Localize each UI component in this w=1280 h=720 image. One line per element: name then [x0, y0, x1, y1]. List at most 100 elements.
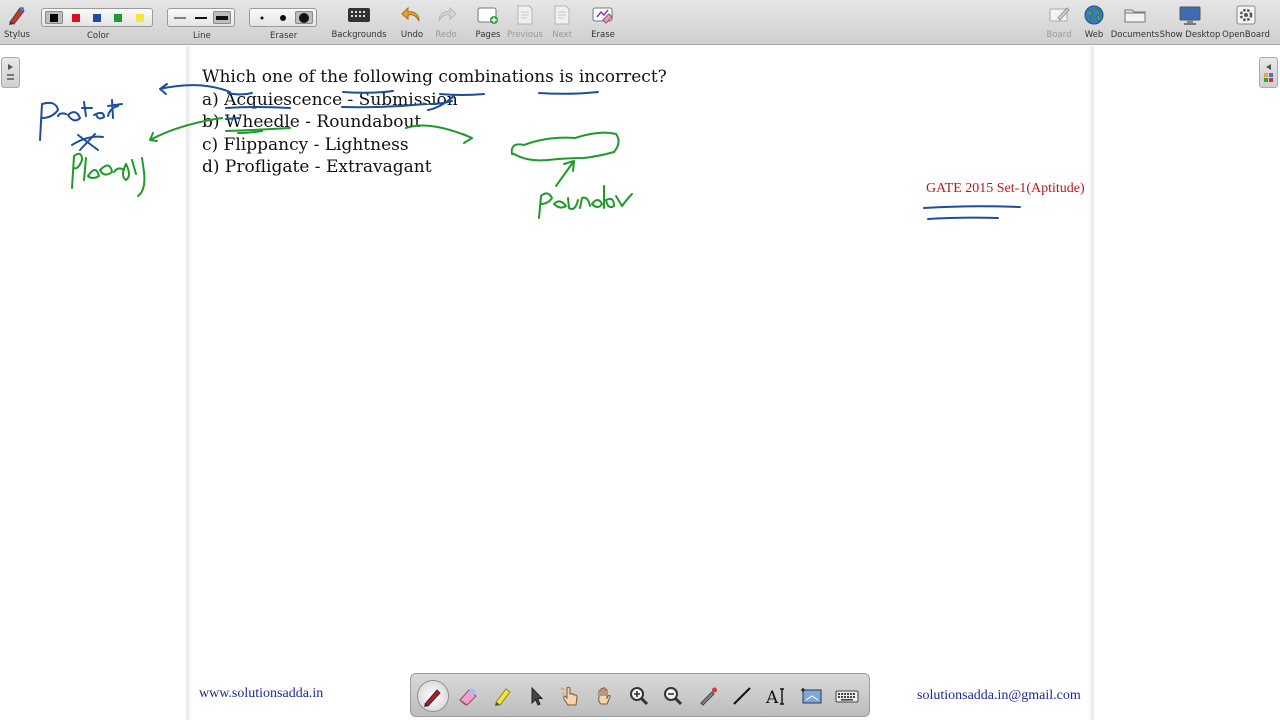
- board-icon: [1048, 0, 1070, 30]
- add-page-icon: [476, 0, 500, 30]
- ink-cross-out: [71, 133, 104, 151]
- show-desktop-label: Show Desktop: [1159, 30, 1221, 40]
- backgrounds-button[interactable]: Backgrounds: [331, 0, 387, 45]
- eraser-small[interactable]: [253, 11, 271, 24]
- redo-button[interactable]: Redo: [432, 0, 460, 45]
- eraser-medium[interactable]: [274, 11, 292, 24]
- option-c: c) Flippancy - Lightness: [202, 134, 409, 155]
- web-button[interactable]: Web: [1080, 0, 1108, 45]
- documents-label: Documents: [1110, 30, 1160, 40]
- exam-tag: GATE 2015 Set-1(Aptitude): [926, 181, 1085, 196]
- previous-page-button[interactable]: Previous: [507, 0, 543, 45]
- highlighter-icon: [495, 688, 511, 706]
- color-label: Color: [87, 31, 110, 41]
- next-page-button[interactable]: Next: [548, 0, 576, 45]
- eraser-icon: [459, 687, 477, 706]
- folder-icon: [1123, 0, 1147, 30]
- page-edge-right: [1088, 46, 1094, 720]
- keyboard-icon: [835, 690, 859, 703]
- stylus-label: Stylus: [4, 30, 30, 40]
- undo-label: Undo: [400, 30, 424, 40]
- question-block: Which one of the following combinations …: [202, 66, 667, 179]
- highlighter-tool[interactable]: [487, 681, 517, 711]
- interact-tool[interactable]: [555, 681, 585, 711]
- stylus-palette: A: [410, 673, 870, 717]
- color-green[interactable]: [109, 11, 127, 24]
- line-width-picker: [167, 8, 235, 27]
- undo-icon: [401, 0, 423, 30]
- email-footer: solutionsadda.in@gmail.com: [917, 688, 1081, 703]
- ink-underline: [923, 205, 1021, 209]
- line-label: Line: [193, 31, 211, 41]
- zoom-in-tool[interactable]: [624, 681, 654, 711]
- desktop-icon: [1178, 0, 1202, 30]
- stylus-icon: [6, 0, 28, 30]
- hand-tool[interactable]: [589, 681, 619, 711]
- redo-icon: [435, 0, 457, 30]
- undo-button[interactable]: Undo: [398, 0, 426, 45]
- pages-label: Pages: [475, 30, 501, 40]
- eraser-tool[interactable]: [453, 681, 483, 711]
- openboard-label: OpenBoard: [1222, 30, 1270, 40]
- option-a: a) Acquiescence - Submission: [202, 89, 458, 110]
- backgrounds-label: Backgrounds: [331, 30, 387, 40]
- page-edge-left: [186, 46, 192, 720]
- line-medium[interactable]: [192, 11, 210, 24]
- openboard-menu-button[interactable]: OpenBoard: [1222, 0, 1270, 45]
- previous-page-icon: [515, 0, 535, 30]
- next-page-icon: [552, 0, 572, 30]
- main-toolbar: Stylus Color Line Eraser Backgrounds Und…: [0, 0, 1280, 45]
- color-yellow[interactable]: [131, 11, 149, 24]
- ink-word-flattery: [71, 152, 146, 197]
- hand-icon: [598, 687, 611, 705]
- eraser-label: Eraser: [270, 31, 298, 41]
- erase-label: Erase: [591, 30, 615, 40]
- board-label: Board: [1046, 30, 1072, 40]
- zoom-in-icon: [630, 687, 649, 706]
- pointer-icon: [531, 686, 544, 706]
- ink-underline: [927, 216, 999, 220]
- documents-button[interactable]: Documents: [1110, 0, 1160, 45]
- line-thin[interactable]: [171, 11, 189, 24]
- website-footer: www.solutionsadda.in: [199, 686, 324, 701]
- color-red[interactable]: [66, 11, 84, 24]
- line-thick[interactable]: [213, 11, 231, 24]
- show-desktop-button[interactable]: Show Desktop: [1159, 0, 1221, 45]
- laser-pointer-tool[interactable]: [693, 681, 723, 711]
- keyboard-tool[interactable]: [832, 681, 862, 711]
- right-palette-tab[interactable]: [1259, 57, 1278, 88]
- color-black[interactable]: [45, 11, 64, 24]
- pen-tool[interactable]: [418, 681, 448, 711]
- pages-button[interactable]: Pages: [472, 0, 504, 45]
- color-blue[interactable]: [88, 11, 106, 24]
- web-label: Web: [1084, 30, 1104, 40]
- color-picker: [41, 8, 153, 27]
- line-icon: [733, 687, 751, 705]
- zoom-out-icon: [664, 687, 683, 706]
- question-text: Which one of the following combinations …: [202, 67, 667, 87]
- board-button[interactable]: Board: [1045, 0, 1073, 45]
- pointer-tool[interactable]: [521, 681, 551, 711]
- line-tool[interactable]: [727, 681, 757, 711]
- pen-icon: [424, 689, 441, 707]
- previous-label: Previous: [507, 30, 543, 40]
- expand-right-icon: [7, 64, 14, 80]
- eraser-large[interactable]: [295, 11, 313, 24]
- option-d: d) Profligate - Extravagant: [202, 157, 432, 177]
- erase-page-icon: [591, 0, 615, 30]
- redo-label: Redo: [435, 30, 457, 40]
- capture-tool[interactable]: [797, 681, 827, 711]
- eraser-size-picker: [249, 8, 317, 27]
- zoom-out-tool[interactable]: [658, 681, 688, 711]
- backgrounds-icon: [347, 0, 371, 30]
- text-icon: A: [765, 688, 784, 707]
- svg-text:A: A: [765, 688, 779, 707]
- option-b: b) Wheedle - Roundabout: [202, 112, 422, 132]
- gear-icon: [1235, 0, 1257, 30]
- left-palette-tab[interactable]: [1, 57, 20, 88]
- globe-icon: [1083, 0, 1105, 30]
- stylus-button[interactable]: Stylus: [2, 0, 32, 45]
- erase-button[interactable]: Erase: [588, 0, 618, 45]
- text-tool[interactable]: A: [762, 681, 792, 711]
- ink-word-roundabout: [538, 185, 633, 219]
